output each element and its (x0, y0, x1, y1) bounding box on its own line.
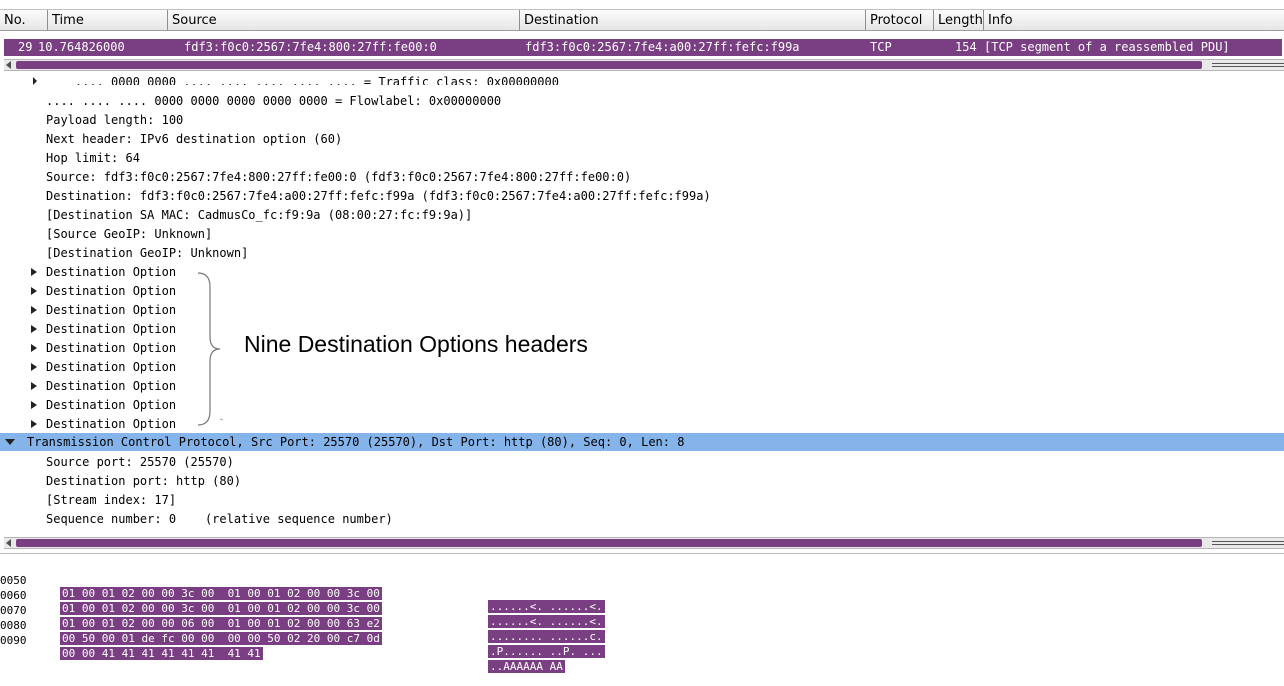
packet-protocol: TCP (870, 40, 892, 54)
grip-line (1212, 66, 1284, 67)
curly-brace-icon (197, 272, 224, 426)
detail-tcp: Transmission Control Protocol, Src Port:… (27, 435, 685, 449)
detail-destination-option[interactable]: Destination Option (46, 358, 176, 377)
detail-destination-option[interactable]: Destination Option (46, 320, 176, 339)
selected-packet-row[interactable]: 29 10.764826000 fdf3:f0c0:2567:7fe4:800:… (4, 39, 1282, 56)
pane-divider[interactable] (0, 553, 1284, 554)
column-header-source[interactable]: Source (168, 10, 520, 30)
detail-destination-option[interactable]: Destination Option (46, 301, 176, 320)
column-header-info[interactable]: Info (984, 10, 1284, 30)
detail-source-geoip[interactable]: [Source GeoIP: Unknown] (46, 225, 212, 244)
hex-ascii: ........ ......c. (488, 630, 605, 643)
detail-stream-index[interactable]: [Stream index: 17] (46, 491, 176, 510)
scrollbar-thumb[interactable] (16, 61, 1202, 69)
detail-dst-port[interactable]: Destination port: http (80) (46, 472, 241, 491)
hex-ascii: ......<. ......<. (488, 600, 605, 613)
detail-seq[interactable]: Sequence number: 0 (relative sequence nu… (46, 510, 393, 529)
detail-destination[interactable]: Destination: fdf3:f0c0:2567:7fe4:a00:27f… (46, 187, 711, 206)
expand-triangle-icon[interactable] (31, 344, 37, 352)
detail-destination-option[interactable]: Destination Option (46, 263, 176, 282)
expand-triangle-icon[interactable] (33, 77, 37, 85)
detail-source[interactable]: Source: fdf3:f0c0:2567:7fe4:800:27ff:fe0… (46, 168, 631, 187)
hex-ascii: ..AAAAAA AA (488, 660, 565, 673)
tcp-header-row[interactable]: Transmission Control Protocol, Src Port:… (0, 433, 1284, 451)
detail-dest-sa-mac[interactable]: [Destination SA MAC: CadmusCo_fc:f9:9a (… (46, 206, 472, 225)
packet-info: [TCP segment of a reassembled PDU] (984, 40, 1230, 54)
scroll-left-icon[interactable] (6, 61, 11, 69)
hex-offset: 0090 (0, 634, 27, 647)
expand-triangle-icon[interactable] (31, 306, 37, 314)
expand-triangle-icon[interactable] (31, 363, 37, 371)
annotation-label: Nine Destination Options headers (244, 331, 588, 357)
packet-no: 29 (18, 40, 33, 54)
scroll-left-icon[interactable] (6, 539, 11, 547)
hex-line[interactable]: 0050 01 00 01 02 00 00 3c 00 01 00 01 02… (0, 561, 605, 613)
hex-bytes: 01 00 01 02 00 00 3c 00 01 00 01 02 00 0… (60, 602, 382, 615)
hex-bytes: 00 00 41 41 41 41 41 41 41 41 (60, 647, 263, 660)
expand-triangle-icon[interactable] (31, 325, 37, 333)
column-header-length[interactable]: Length (934, 10, 984, 30)
hex-ascii: ......<. ......<. (488, 615, 605, 628)
packet-length: 154 (955, 40, 977, 54)
expand-triangle-icon[interactable] (31, 268, 37, 276)
detail-traffic-class[interactable]: .... 0000 0000 .... .... .... .... .... … (46, 75, 559, 85)
grip-line (1212, 541, 1284, 542)
grip-line (1212, 63, 1284, 64)
hex-ascii: .P...... ..P. ... (488, 645, 605, 658)
packet-list-header: No. Time Source Destination Protocol Len… (0, 9, 1284, 31)
detail-destination-option[interactable]: Destination Option (46, 396, 176, 415)
expand-triangle-icon[interactable] (31, 401, 37, 409)
grip-line (1212, 544, 1284, 545)
packet-list-scrollbar[interactable] (4, 59, 1284, 71)
hex-line[interactable]: 0070 01 00 01 02 00 00 06 00 01 00 01 02… (0, 591, 605, 643)
detail-src-port[interactable]: Source port: 25570 (25570) (46, 453, 234, 472)
detail-destination-option[interactable]: Destination Option (46, 282, 176, 301)
detail-dest-geoip[interactable]: [Destination GeoIP: Unknown] (46, 244, 248, 263)
hex-line[interactable]: 0090 00 00 41 41 41 41 41 41 41 41 ..AAA… (0, 621, 565, 673)
column-header-no[interactable]: No. (0, 10, 48, 30)
expand-triangle-icon[interactable] (31, 420, 37, 428)
hex-line[interactable]: 0060 01 00 01 02 00 00 3c 00 01 00 01 02… (0, 576, 605, 628)
packet-time: 10.764826000 (38, 40, 125, 54)
detail-hop-limit[interactable]: Hop limit: 64 (46, 149, 140, 168)
hex-bytes: 01 00 01 02 00 00 06 00 01 00 01 02 00 0… (60, 617, 382, 630)
packet-destination: fdf3:f0c0:2567:7fe4:a00:27ff:fefc:f99a (525, 40, 800, 54)
details-scrollbar[interactable] (4, 537, 1284, 549)
detail-destination-option[interactable]: Destination Option (46, 339, 176, 358)
hex-line[interactable]: 0080 00 50 00 01 de fc 00 00 00 00 50 02… (0, 606, 605, 658)
detail-destination-option[interactable]: Destination Option (46, 377, 176, 396)
detail-destination-option[interactable]: Destination Option (46, 415, 176, 434)
detail-flowlabel[interactable]: .... .... .... 0000 0000 0000 0000 0000 … (46, 92, 501, 111)
column-header-protocol[interactable]: Protocol (866, 10, 934, 30)
hex-bytes: 01 00 01 02 00 00 3c 00 01 00 01 02 00 0… (60, 587, 382, 600)
expand-triangle-icon[interactable] (31, 382, 37, 390)
column-header-time[interactable]: Time (48, 10, 168, 30)
detail-payload-length[interactable]: Payload length: 100 (46, 111, 183, 130)
hex-bytes: 00 50 00 01 de fc 00 00 00 00 50 02 20 0… (60, 632, 382, 645)
column-header-destination[interactable]: Destination (520, 10, 866, 30)
detail-next-header[interactable]: Next header: IPv6 destination option (60… (46, 130, 342, 149)
packet-source: fdf3:f0c0:2567:7fe4:800:27ff:fe00:0 (184, 40, 437, 54)
scrollbar-thumb[interactable] (16, 539, 1202, 547)
collapse-triangle-icon[interactable] (5, 439, 15, 445)
expand-triangle-icon[interactable] (31, 287, 37, 295)
